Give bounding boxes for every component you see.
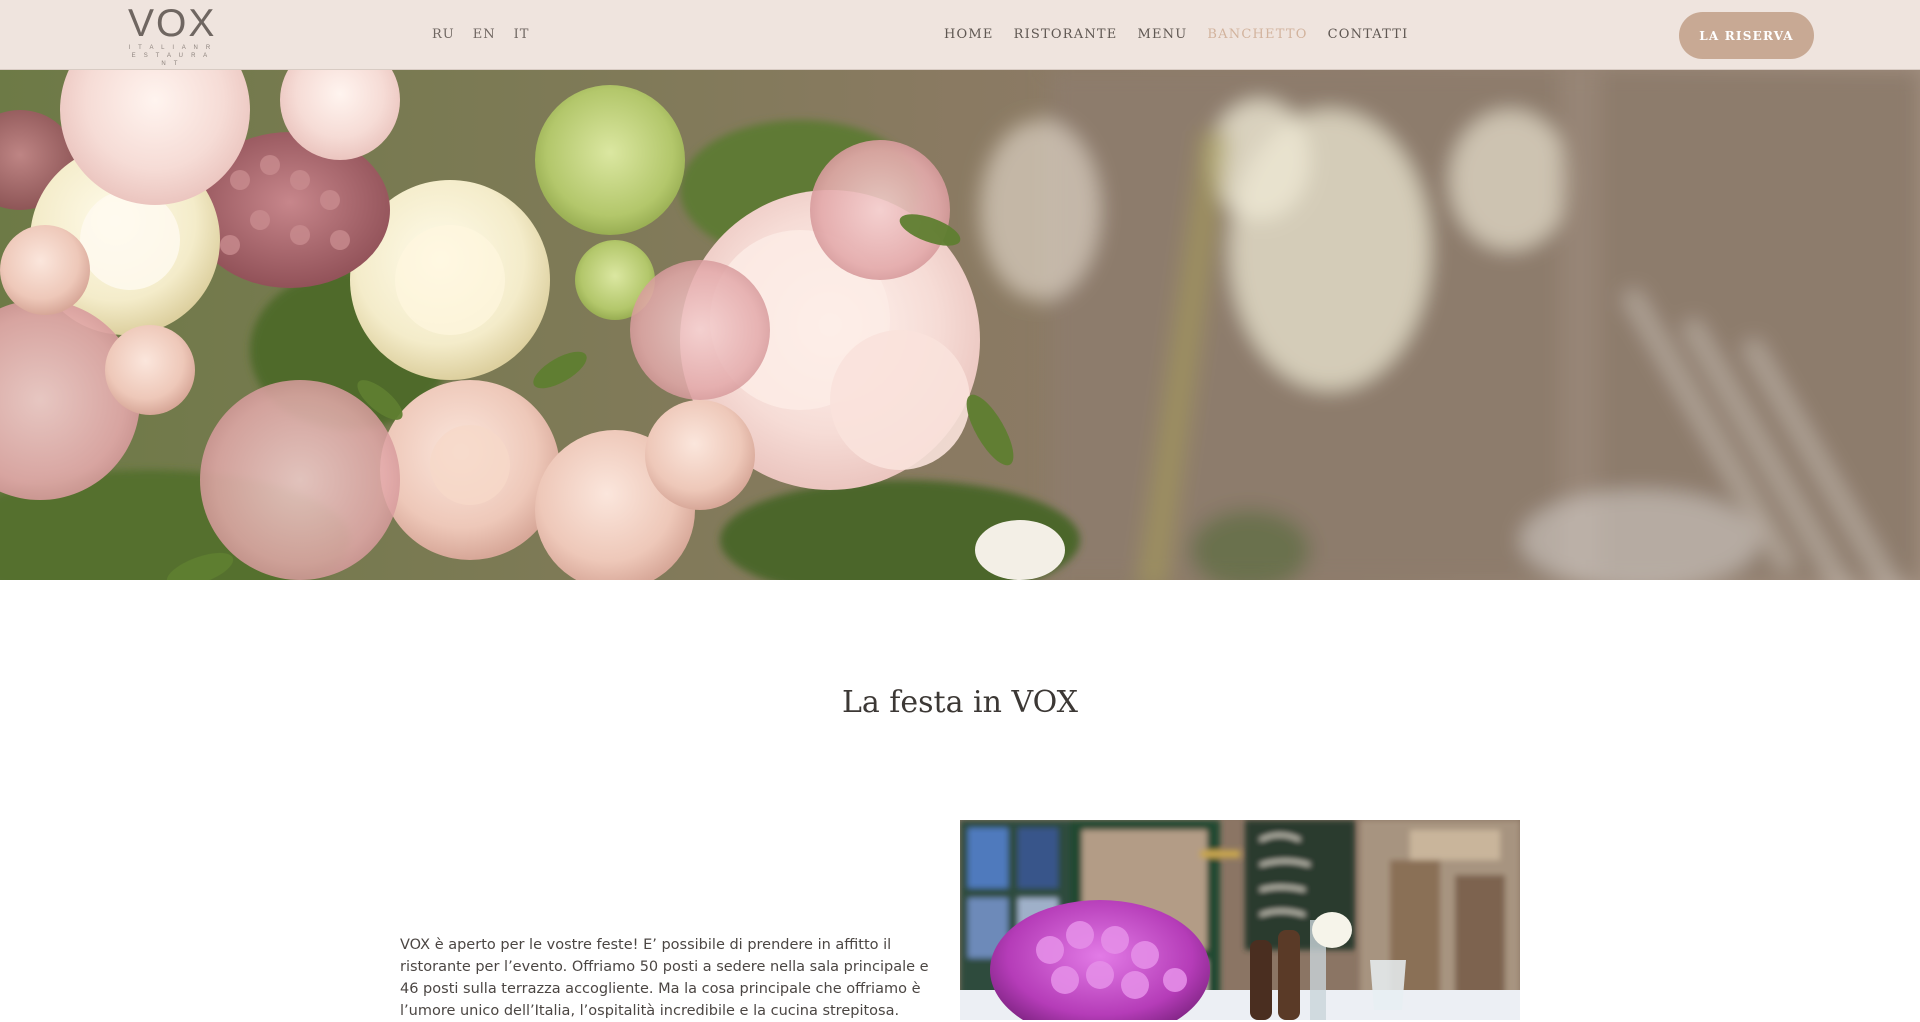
nav-banchetto[interactable]: BANCHETTO [1207, 27, 1307, 42]
logo-wordmark: VOX [128, 2, 217, 45]
logo-tagline: I T A L I A N R E S T A U R A N T [128, 45, 214, 67]
nav-contatti[interactable]: CONTATTI [1328, 27, 1409, 42]
main-nav: HOME RISTORANTE MENU BANCHETTO CONTATTI [944, 27, 1409, 42]
restaurant-photo [960, 820, 1520, 1020]
lang-en-link[interactable]: EN [473, 27, 496, 42]
nav-menu[interactable]: MENU [1137, 27, 1187, 42]
site-header: VOX I T A L I A N R E S T A U R A N T RU… [0, 0, 1920, 70]
flower-bouquet-photo [0, 70, 1920, 580]
language-switcher: RU EN IT [432, 27, 529, 42]
page-title: La festa in VOX [841, 685, 1079, 720]
lang-ru-link[interactable]: RU [432, 27, 455, 42]
intro-paragraph: VOX è aperto per le vostre feste! E’ pos… [400, 937, 929, 1019]
nav-home[interactable]: HOME [944, 27, 994, 42]
reserve-button[interactable]: LA RISERVA [1679, 12, 1814, 59]
lang-it-link[interactable]: IT [514, 27, 530, 42]
logo[interactable]: VOX I T A L I A N R E S T A U R A N T [128, 2, 217, 68]
nav-ristorante[interactable]: RISTORANTE [1014, 27, 1118, 42]
restaurant-table-flowers-photo [960, 820, 1520, 1020]
hero-image [0, 70, 1920, 580]
